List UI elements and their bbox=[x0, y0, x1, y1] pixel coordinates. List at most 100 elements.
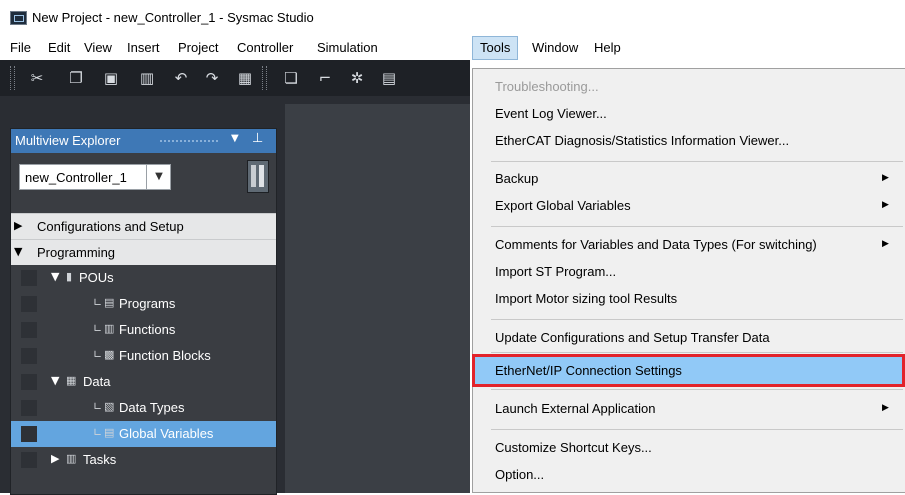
cut-icon[interactable]: ✂ bbox=[28, 69, 46, 87]
menu-edit[interactable]: Edit bbox=[41, 36, 77, 60]
explorer-header: Multiview Explorer ▼ ⊥ bbox=[11, 129, 276, 153]
tree-item-programs[interactable]: ∟ ▤ Programs bbox=[11, 291, 276, 317]
menu-separator bbox=[491, 319, 903, 320]
collapse-arrow-icon[interactable]: ▼ bbox=[51, 270, 59, 283]
tree-item-data[interactable]: ▼ ▦ Data bbox=[11, 369, 276, 395]
menu-item-label: Import Motor sizing tool Results bbox=[495, 291, 678, 306]
global-variables-icon: ▤ bbox=[104, 426, 115, 439]
menu-controller[interactable]: Controller bbox=[230, 36, 300, 60]
tree-label: POUs bbox=[79, 270, 114, 285]
menu-simulation[interactable]: Simulation bbox=[310, 36, 385, 60]
menu-item-label: Troubleshooting... bbox=[495, 79, 599, 94]
menu-item-label: Event Log Viewer... bbox=[495, 106, 607, 121]
menu-item-label: EtherCAT Diagnosis/Statistics Informatio… bbox=[495, 133, 790, 148]
menu-item-import-motor-sizing[interactable]: Import Motor sizing tool Results bbox=[473, 287, 905, 312]
tree-item-functions[interactable]: ∟ ▥ Functions bbox=[11, 317, 276, 343]
collapse-arrow-icon[interactable]: ▼ bbox=[14, 245, 22, 258]
monitor-icon[interactable]: ▤ bbox=[380, 69, 398, 87]
toolbar: ✂ ❐ ▣ ▥ ↶ ↷ ▦ ❏ ⌐ ✲ ▤ bbox=[0, 60, 470, 96]
paste-icon[interactable]: ▣ bbox=[102, 69, 120, 87]
tree-label: Configurations and Setup bbox=[37, 219, 184, 234]
expand-arrow-icon[interactable]: ▶ bbox=[51, 452, 59, 465]
explorer-title: Multiview Explorer bbox=[15, 133, 121, 148]
toolbar-grip[interactable] bbox=[10, 66, 15, 90]
menu-item-export-global-variables[interactable]: Export Global Variables ▶ bbox=[473, 194, 905, 219]
chevron-down-icon[interactable]: ▼ bbox=[231, 133, 239, 144]
menu-tools[interactable]: Tools bbox=[472, 36, 519, 60]
tree-category-programming[interactable]: ▼ Programming bbox=[11, 239, 276, 265]
tree-category-configurations[interactable]: ▶ Configurations and Setup bbox=[11, 213, 276, 239]
data-icon: ▦ bbox=[66, 374, 77, 387]
menu-item-label: Comments for Variables and Data Types (F… bbox=[495, 237, 817, 252]
tools-icon[interactable]: ✲ bbox=[348, 69, 366, 87]
tree-item-global-variables[interactable]: ∟ ▤ Global Variables bbox=[11, 421, 276, 447]
tree-label: Global Variables bbox=[119, 426, 214, 441]
chevron-down-icon[interactable]: ▼ bbox=[146, 165, 171, 189]
menu-item-comments-switching[interactable]: Comments for Variables and Data Types (F… bbox=[473, 233, 905, 258]
collapse-arrow-icon[interactable]: ▼ bbox=[51, 374, 59, 387]
controller-select[interactable]: new_Controller_1 ▼ bbox=[19, 164, 171, 190]
sysmac-app-icon bbox=[10, 11, 27, 25]
tree-indent-box bbox=[21, 426, 37, 442]
menu-bar: File Edit View Insert Project Controller… bbox=[0, 36, 905, 60]
controller-select-value: new_Controller_1 bbox=[25, 170, 127, 185]
expand-arrow-icon[interactable]: ▶ bbox=[14, 219, 22, 232]
submenu-arrow-icon: ▶ bbox=[882, 403, 889, 413]
menu-item-customize-shortcut-keys[interactable]: Customize Shortcut Keys... bbox=[473, 436, 905, 461]
build-icon[interactable]: ⌐ bbox=[316, 69, 334, 87]
tree-label: Data bbox=[83, 374, 111, 389]
tree-item-tasks[interactable]: ▶ ▥ Tasks bbox=[11, 447, 276, 473]
function-icon: ▥ bbox=[104, 322, 115, 335]
tree-indent-box bbox=[21, 400, 37, 416]
help-icon[interactable]: ▦ bbox=[236, 69, 254, 87]
tree-branch-icon: ∟ bbox=[93, 426, 103, 439]
tasks-icon: ▥ bbox=[66, 452, 77, 465]
menu-item-backup[interactable]: Backup ▶ bbox=[473, 167, 905, 192]
callout-highlight-box bbox=[472, 354, 905, 387]
menu-item-event-log-viewer[interactable]: Event Log Viewer... bbox=[473, 102, 905, 127]
tree-item-pous[interactable]: ▼ ▮ POUs bbox=[11, 265, 276, 291]
tree-indent-box bbox=[21, 270, 37, 286]
window-title: New Project - new_Controller_1 - Sysmac … bbox=[32, 10, 314, 25]
menu-view[interactable]: View bbox=[77, 36, 119, 60]
editor-area bbox=[285, 104, 470, 493]
undo-icon[interactable]: ↶ bbox=[172, 69, 190, 87]
menu-item-launch-external-application[interactable]: Launch External Application ▶ bbox=[473, 397, 905, 422]
explorer-drag-handle[interactable] bbox=[159, 139, 219, 143]
tree-indent-box bbox=[21, 348, 37, 364]
tree-branch-icon: ∟ bbox=[93, 400, 103, 413]
tree-branch-icon: ∟ bbox=[93, 322, 103, 335]
menu-item-update-configurations[interactable]: Update Configurations and Setup Transfer… bbox=[473, 326, 905, 351]
tree-indent-box bbox=[21, 322, 37, 338]
menu-separator bbox=[491, 161, 903, 162]
window-icon[interactable]: ❏ bbox=[282, 69, 300, 87]
tree-item-data-types[interactable]: ∟ ▧ Data Types bbox=[11, 395, 276, 421]
tree-branch-icon: ∟ bbox=[93, 348, 103, 361]
menu-window[interactable]: Window bbox=[525, 36, 585, 60]
menu-item-import-st-program[interactable]: Import ST Program... bbox=[473, 260, 905, 285]
tools-menu-dropdown: Troubleshooting... Event Log Viewer... E… bbox=[472, 68, 905, 493]
menu-item-option[interactable]: Option... bbox=[473, 463, 905, 488]
data-type-icon: ▧ bbox=[104, 400, 115, 413]
pin-icon[interactable]: ⊥ bbox=[252, 131, 263, 146]
submenu-arrow-icon: ▶ bbox=[882, 173, 889, 183]
menu-item-label: Customize Shortcut Keys... bbox=[495, 440, 652, 455]
tree-label: Programs bbox=[119, 296, 176, 311]
tree-indent-box bbox=[21, 374, 37, 390]
function-block-icon: ▩ bbox=[104, 348, 115, 361]
toolbar-grip[interactable] bbox=[262, 66, 267, 90]
tree-item-function-blocks[interactable]: ∟ ▩ Function Blocks bbox=[11, 343, 276, 369]
menu-item-ethercat-diagnosis[interactable]: EtherCAT Diagnosis/Statistics Informatio… bbox=[473, 129, 905, 154]
redo-icon[interactable]: ↷ bbox=[203, 69, 221, 87]
copy-icon[interactable]: ❐ bbox=[67, 69, 85, 87]
program-icon: ▤ bbox=[104, 296, 115, 309]
menu-item-label: Launch External Application bbox=[495, 401, 656, 416]
menu-project[interactable]: Project bbox=[171, 36, 225, 60]
menu-file[interactable]: File bbox=[3, 36, 38, 60]
tree-indent-box bbox=[21, 296, 37, 312]
delete-icon[interactable]: ▥ bbox=[138, 69, 156, 87]
menu-help[interactable]: Help bbox=[587, 36, 628, 60]
menu-insert[interactable]: Insert bbox=[120, 36, 167, 60]
tree-label: Programming bbox=[37, 245, 116, 260]
pou-icon: ▮ bbox=[66, 270, 73, 283]
